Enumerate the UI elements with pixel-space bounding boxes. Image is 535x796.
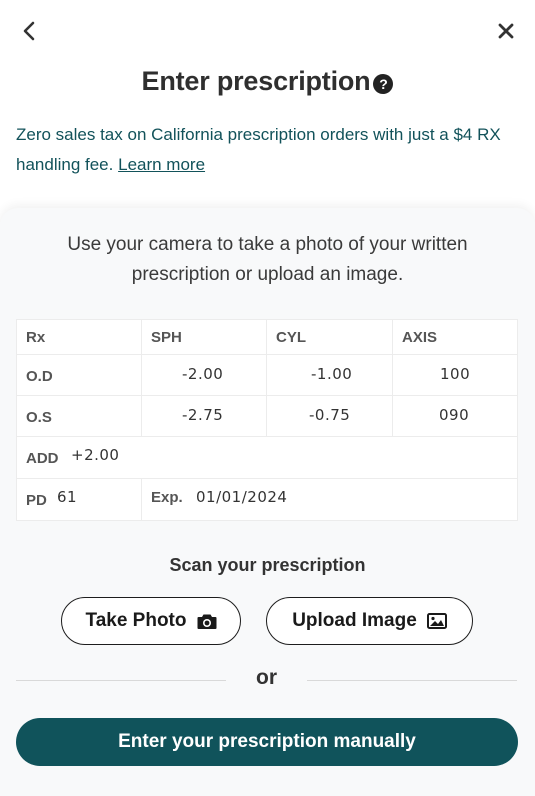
or-label: or	[256, 666, 277, 689]
rx-exp-value: 01/01/2024	[196, 488, 288, 506]
rx-label-add: ADD	[26, 450, 59, 467]
rx-row-add: ADD +2.00	[17, 437, 517, 479]
rx-header-cyl: CYL	[276, 329, 306, 346]
image-icon	[426, 613, 447, 629]
rx-add-value: +2.00	[71, 446, 120, 464]
scan-heading: Scan your prescription	[169, 555, 366, 575]
rx-label-od: O.D	[26, 368, 53, 385]
enter-manually-button[interactable]: Enter your prescription manually	[16, 718, 518, 766]
tax-notice: Zero sales tax on California prescriptio…	[16, 120, 515, 180]
or-divider: or	[16, 666, 517, 694]
rx-label-exp: Exp.	[151, 489, 183, 506]
rx-row-os: O.S -2.75 -0.75 090	[17, 396, 517, 437]
rx-od-axis: 100	[440, 365, 471, 383]
prescription-page: Enter prescription ? Zero sales tax on C…	[0, 0, 535, 796]
close-button[interactable]	[491, 16, 521, 46]
rx-od-cyl: -1.00	[311, 365, 353, 383]
rx-row-pd: PD 61 Exp. 01/01/2024	[17, 479, 517, 521]
take-photo-label: Take Photo	[85, 610, 187, 631]
rx-od-sph: -2.00	[182, 365, 224, 383]
title-row: Enter prescription ?	[0, 66, 535, 97]
help-icon[interactable]: ?	[373, 73, 394, 94]
chevron-left-icon	[23, 21, 35, 41]
rx-header-rx: Rx	[26, 329, 46, 346]
rx-os-sph: -2.75	[182, 406, 224, 424]
rx-label-os: O.S	[26, 409, 52, 426]
or-line-right	[307, 680, 517, 681]
upload-image-button[interactable]: Upload Image	[266, 597, 473, 645]
rx-os-cyl: -0.75	[309, 406, 351, 424]
camera-icon	[197, 613, 217, 630]
learn-more-link[interactable]: Learn more	[118, 155, 205, 174]
rx-row-od: O.D -2.00 -1.00 100	[17, 355, 517, 396]
rx-header-axis: AXIS	[402, 329, 438, 346]
upload-image-label: Upload Image	[292, 610, 417, 631]
rx-header-sph: SPH	[151, 329, 182, 346]
rx-os-axis: 090	[439, 406, 470, 424]
tax-notice-text: Zero sales tax on California prescriptio…	[16, 125, 501, 174]
close-icon	[498, 23, 514, 39]
rx-label-pd: PD	[26, 492, 47, 509]
scan-card: Use your camera to take a photo of your …	[0, 208, 535, 796]
scan-instructions: Use your camera to take a photo of your …	[67, 234, 468, 285]
back-button[interactable]	[14, 16, 44, 46]
sample-prescription-image: Rx SPH CYL AXIS O.D -2.00 -1.00 100 O.S …	[16, 319, 518, 521]
rx-pd-value: 61	[57, 488, 78, 506]
rx-header-row: Rx SPH CYL AXIS	[17, 320, 517, 355]
take-photo-button[interactable]: Take Photo	[61, 597, 241, 645]
page-title: Enter prescription	[141, 66, 371, 96]
